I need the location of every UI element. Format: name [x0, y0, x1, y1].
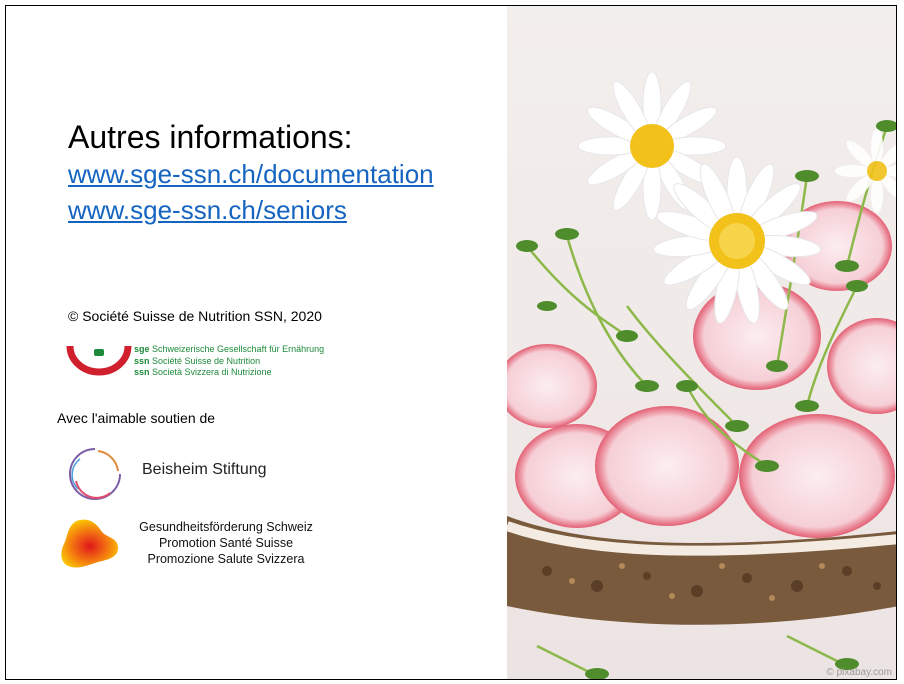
gesundheit-logo-icon: [61, 519, 118, 568]
gesundheit-line-fr: Promotion Santé Suisse: [158, 536, 294, 550]
food-photo: © pixabay.com: [507, 6, 896, 679]
support-label: Avec l'aimable soutien de: [57, 410, 216, 426]
slide-heading: Autres informations:: [68, 119, 353, 155]
sge-abbr-2: ssn: [134, 355, 150, 366]
beisheim-logo-icon: [69, 448, 121, 500]
sge-logo-icon: [66, 345, 132, 376]
gesundheit-line-de: Gesundheitsförderung Schweiz: [139, 520, 313, 534]
sge-name-block: sge Schweizerische Gesellschaft für Ernä…: [134, 344, 324, 379]
seniors-link[interactable]: www.sge-ssn.ch/seniors: [68, 195, 347, 226]
beisheim-name: Beisheim Stiftung: [142, 461, 267, 478]
gesundheit-line-it: Promozione Salute Svizzera: [147, 552, 305, 566]
gesundheit-name-block: Gesundheitsförderung Schweiz Promotion S…: [118, 519, 334, 567]
slide: Autres informations: www.sge-ssn.ch/docu…: [5, 5, 897, 680]
sge-abbr-3: ssn: [134, 367, 150, 377]
documentation-link[interactable]: www.sge-ssn.ch/documentation: [68, 159, 434, 190]
copyright-text: © Société Suisse de Nutrition SSN, 2020: [68, 308, 322, 324]
food-photo-illustration: [507, 6, 896, 679]
sge-abbr-1: sge: [134, 344, 150, 354]
slide-text-panel: Autres informations: www.sge-ssn.ch/docu…: [6, 6, 506, 679]
sge-line-3: Società Svizzera di Nutrizione: [149, 367, 272, 377]
photo-watermark: © pixabay.com: [826, 667, 892, 678]
sge-line-2: Société Suisse de Nutrition: [149, 355, 261, 366]
sge-line-1: Schweizerische Gesellschaft für Ernährun…: [149, 344, 325, 354]
